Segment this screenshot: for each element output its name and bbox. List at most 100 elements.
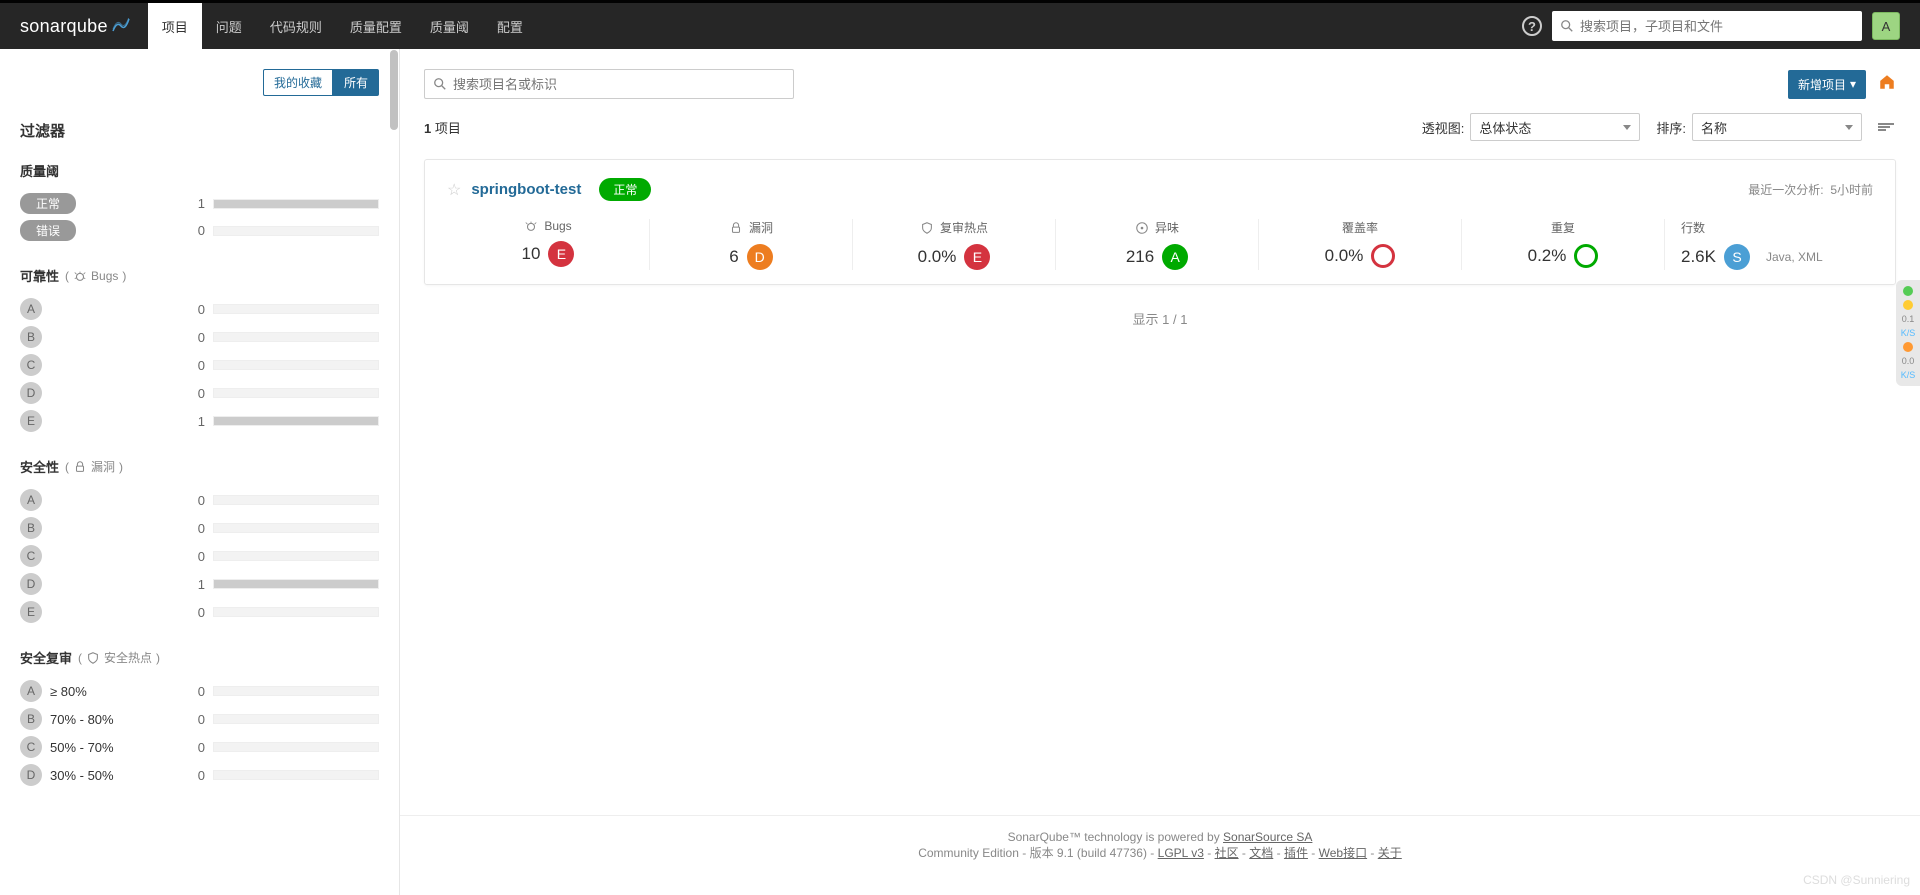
user-avatar[interactable]: A [1872,12,1900,40]
perspective-select[interactable]: 总体状态 [1470,113,1640,141]
home-icon[interactable] [1878,73,1896,96]
filter-row[interactable]: C0 [20,351,379,379]
filter-security: 安全性 ( 漏洞 ) A0B0C0D1E0 [20,457,379,626]
search-icon [433,77,447,91]
rating-badge: B [20,517,42,539]
rating-badge: C [20,354,42,376]
dot-green-icon [1903,286,1913,296]
filter-row[interactable]: B70% - 80%0 [20,705,379,733]
metric-duplications[interactable]: 重复 0.2% [1462,219,1665,270]
help-icon[interactable]: ? [1522,16,1542,36]
rating-badge: C [20,545,42,567]
metric-hotspots[interactable]: 复审热点 0.0%E [853,219,1056,270]
rating-badge: B [20,708,42,730]
favorite-star-icon[interactable]: ☆ [447,180,461,200]
shield-icon [920,221,934,235]
coverage-ring-icon [1371,244,1395,268]
dot-yellow-icon [1903,300,1913,310]
sidebar: 我的收藏 所有 过滤器 质量阈 正常 1 错误 0 可靠性 [0,49,400,895]
project-count: 1 项目 [424,118,461,137]
project-name-link[interactable]: springboot-test [471,181,581,198]
scrollbar[interactable] [389,49,399,895]
filter-row[interactable]: D1 [20,570,379,598]
nav-item-2[interactable]: 代码规则 [256,3,336,49]
sort-direction-icon[interactable] [1878,118,1896,136]
bug-icon [73,269,87,283]
size-badge: S [1724,244,1750,270]
rating-badge: A [20,489,42,511]
showing-count: 显示 1 / 1 [424,309,1896,328]
sort-select[interactable]: 名称 [1692,113,1862,141]
new-project-button[interactable]: 新增项目 ▾ [1788,70,1866,99]
rating-badge: A [20,298,42,320]
filter-heading: 安全性 ( 漏洞 ) [20,457,379,476]
filter-heading: 安全复审 ( 安全热点 ) [20,648,379,667]
nav-item-4[interactable]: 质量阈 [416,3,483,49]
project-search-input[interactable] [447,77,785,92]
filter-row[interactable]: D0 [20,379,379,407]
rating-badge: E [548,241,574,267]
metric-lines[interactable]: 行数 2.6KSJava, XML [1665,219,1873,270]
metric-vulnerabilities[interactable]: 漏洞 6D [650,219,853,270]
metric-bugs[interactable]: Bugs 10E [447,219,650,270]
lock-icon [73,460,87,474]
chevron-down-icon: ▾ [1850,77,1856,91]
filter-heading: 可靠性 ( Bugs ) [20,266,379,285]
sonarsource-link[interactable]: SonarSource SA [1223,830,1312,844]
footer-link[interactable]: 文档 [1249,846,1273,860]
rating-badge: D [747,244,773,270]
logo[interactable]: sonarqube [20,16,130,37]
perf-widget[interactable]: 0.1 K/S 0.0 K/S [1896,280,1920,386]
filter-row[interactable]: A0 [20,486,379,514]
footer-link[interactable]: LGPL v3 [1158,846,1204,860]
main-content: 新增项目 ▾ 1 项目 透视图: 总体状态 排序: 名称 ☆ springboo… [400,49,1920,895]
metric-codesmells[interactable]: 异味 216A [1056,219,1259,270]
codesmell-icon [1135,221,1149,235]
filter-row[interactable]: C0 [20,542,379,570]
all-tab[interactable]: 所有 [333,69,379,96]
nav-item-3[interactable]: 质量配置 [336,3,416,49]
perspective-label: 透视图: [1422,118,1465,137]
filter-row[interactable]: E0 [20,598,379,626]
filter-row[interactable]: B0 [20,323,379,351]
filter-security-review: 安全复审 ( 安全热点 ) A≥ 80%0B70% - 80%0C50% - 7… [20,648,379,789]
favorites-toggle: 我的收藏 所有 [20,69,379,96]
rating-badge: E [20,601,42,623]
logo-text: sonarqube [20,16,108,37]
footer-link[interactable]: 社区 [1215,846,1239,860]
global-search-input[interactable] [1574,19,1854,34]
filter-row[interactable]: A≥ 80%0 [20,677,379,705]
lock-icon [729,221,743,235]
filter-row[interactable]: E1 [20,407,379,435]
filter-row[interactable]: D30% - 50%0 [20,761,379,789]
filter-row-error[interactable]: 错误 0 [20,217,379,244]
nav-item-5[interactable]: 配置 [483,3,537,49]
nav-item-1[interactable]: 问题 [202,3,256,49]
my-favorites-tab[interactable]: 我的收藏 [263,69,333,96]
quality-gate-status: 正常 [599,178,651,201]
rating-badge: A [20,680,42,702]
footer-link[interactable]: 插件 [1284,846,1308,860]
rating-badge: A [1162,244,1188,270]
logo-wave-icon [112,16,130,30]
metric-coverage[interactable]: 覆盖率 0.0% [1259,219,1462,270]
nav-item-0[interactable]: 项目 [148,3,202,49]
filters-title: 过滤器 [20,120,379,141]
rating-badge: E [20,410,42,432]
dot-orange-icon [1903,342,1913,352]
filter-heading: 质量阈 [20,161,379,180]
filter-row-ok[interactable]: 正常 1 [20,190,379,217]
navbar: sonarqube 项目问题代码规则质量配置质量阈配置 ? A [0,3,1920,49]
project-search[interactable] [424,69,794,99]
rating-badge: B [20,326,42,348]
footer: SonarQube™ technology is powered by Sona… [400,815,1920,875]
bug-icon [524,219,538,233]
footer-link[interactable]: 关于 [1378,846,1402,860]
filter-reliability: 可靠性 ( Bugs ) A0B0C0D0E1 [20,266,379,435]
filter-row[interactable]: B0 [20,514,379,542]
project-card: ☆ springboot-test 正常 最近一次分析: 5小时前 Bugs 1… [424,159,1896,285]
filter-row[interactable]: A0 [20,295,379,323]
global-search[interactable] [1552,11,1862,41]
footer-link[interactable]: Web接口 [1319,846,1367,860]
filter-row[interactable]: C50% - 70%0 [20,733,379,761]
